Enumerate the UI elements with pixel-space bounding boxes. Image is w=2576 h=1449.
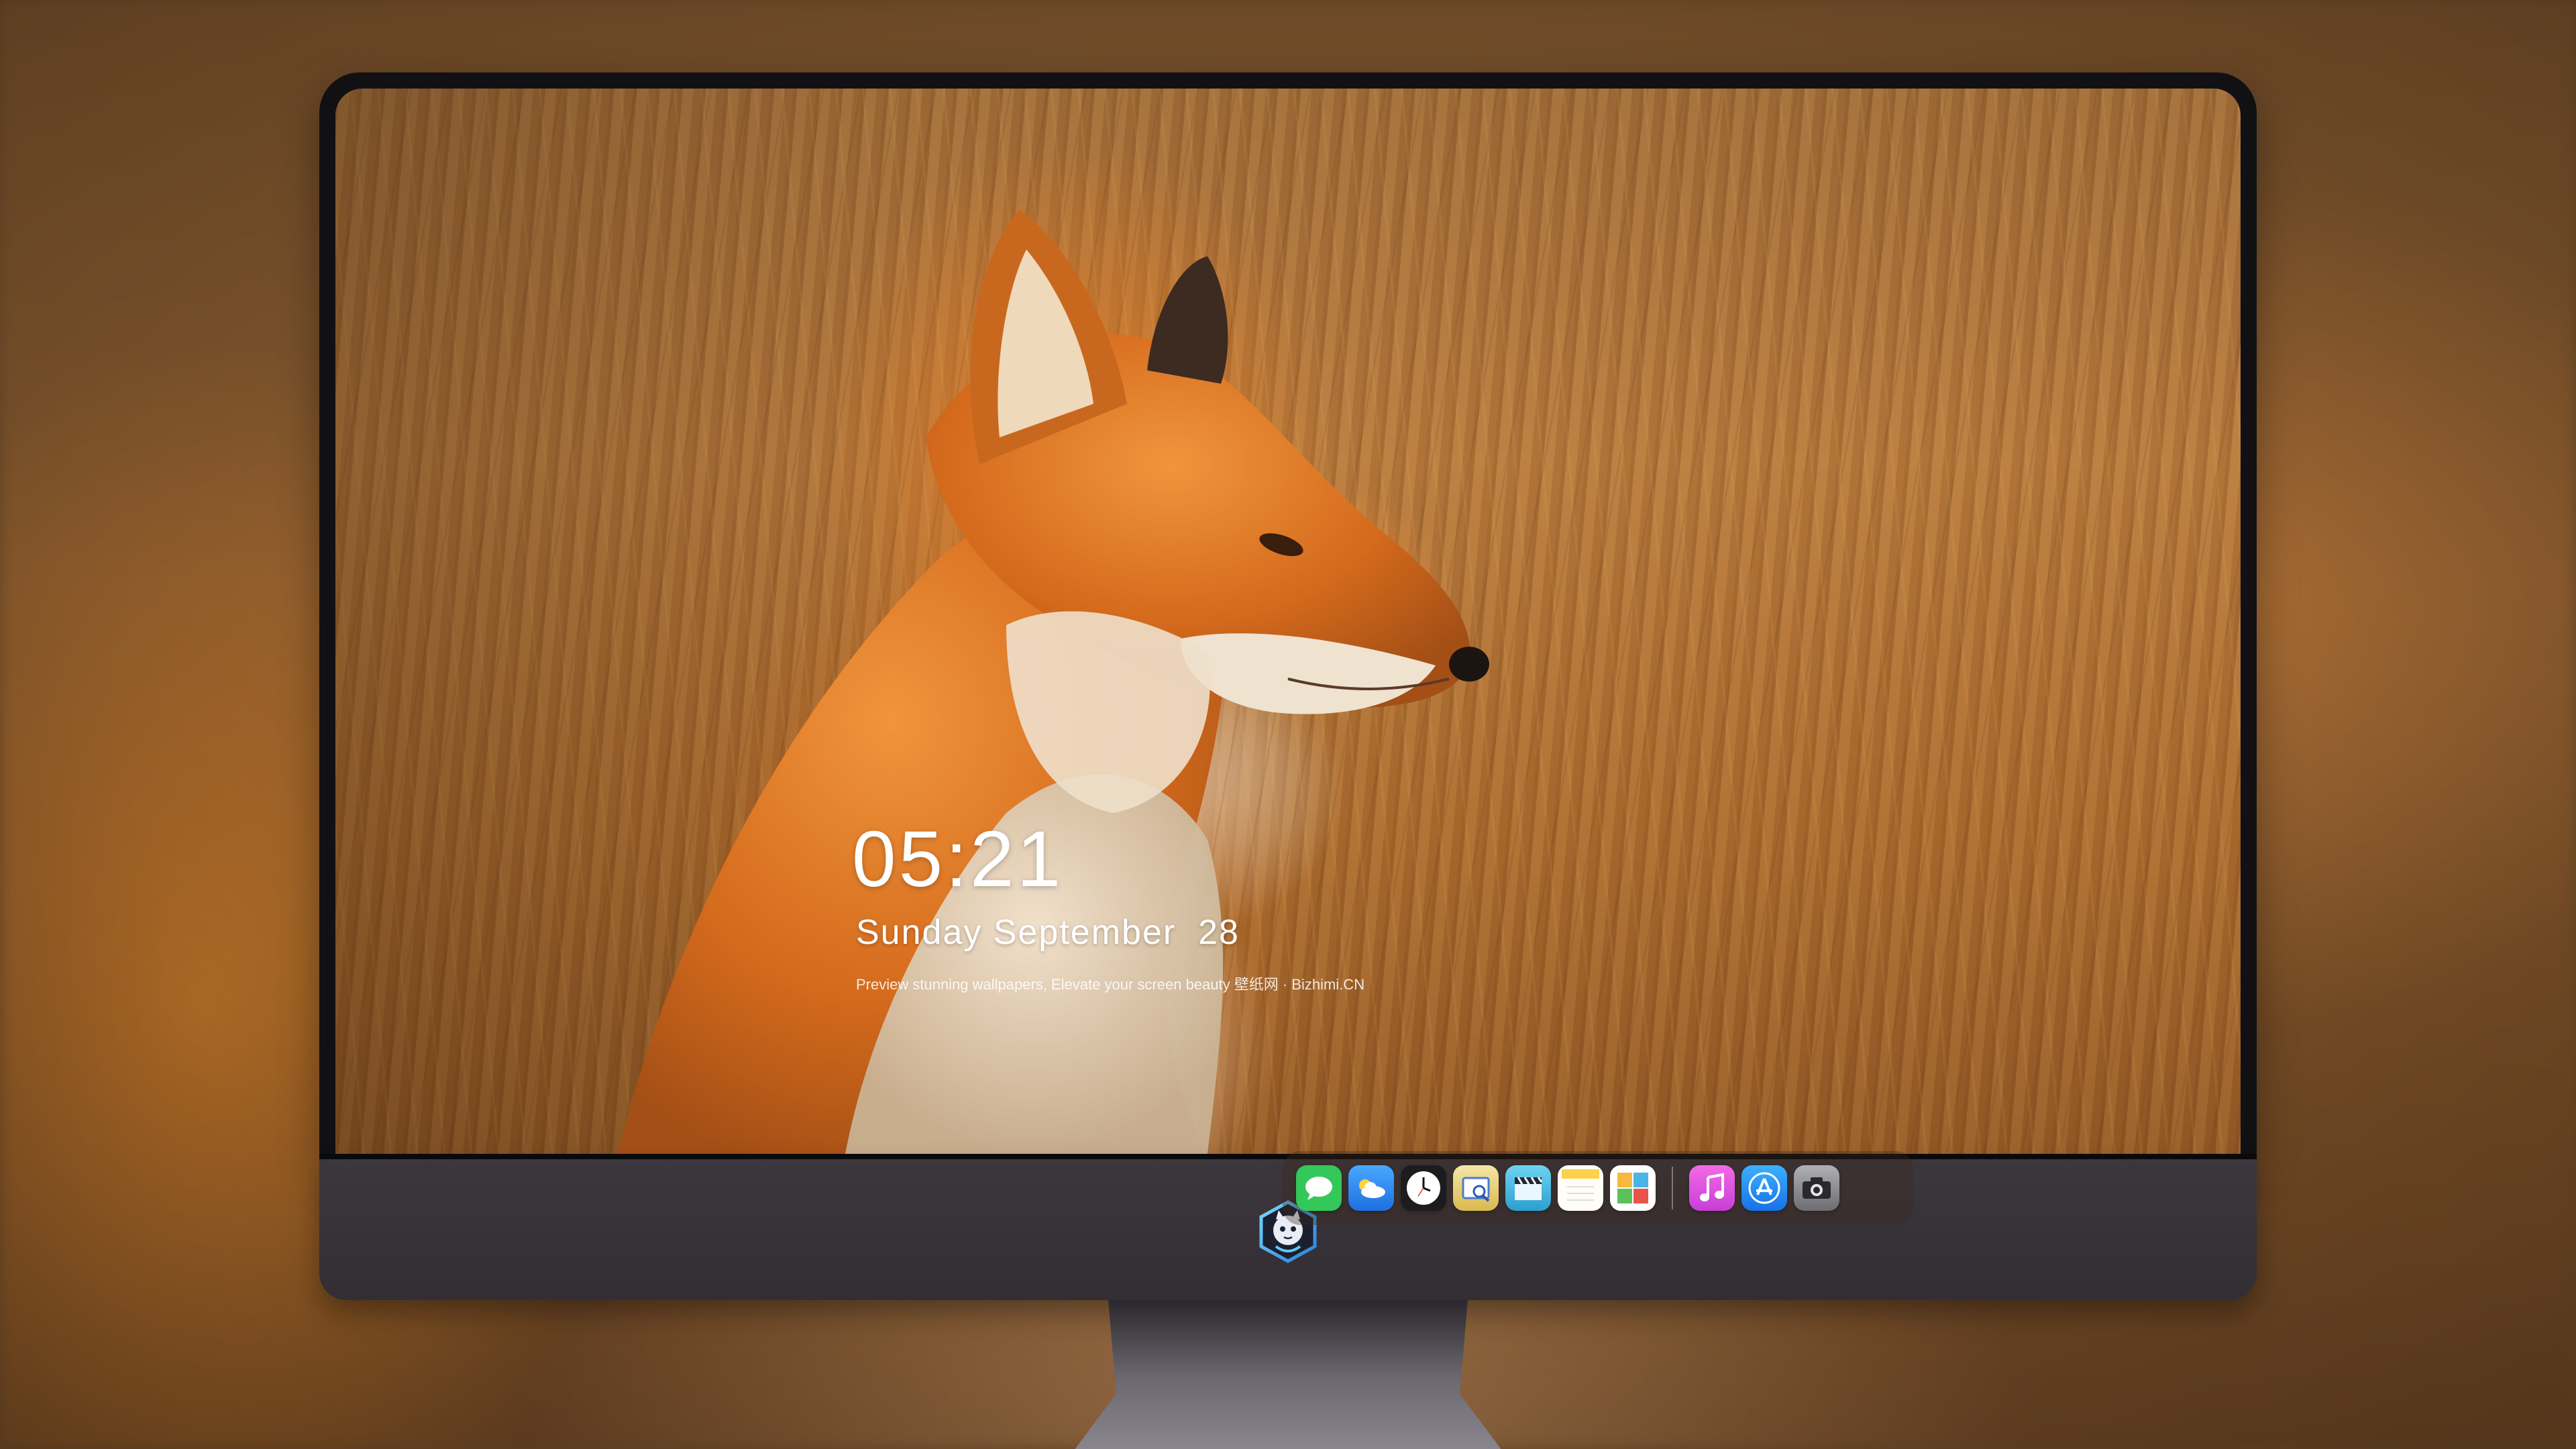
lock-screen[interactable]: 05:21 Sunday September 28 Preview stunni… <box>335 89 2241 1154</box>
desktop-scene: 05:21 Sunday September 28 Preview stunni… <box>0 0 2576 1449</box>
photos-icon[interactable] <box>1610 1165 1656 1211</box>
monitor-bezel: 05:21 Sunday September 28 Preview stunni… <box>319 72 2257 1159</box>
notes-icon[interactable] <box>1558 1165 1603 1211</box>
dock <box>1283 1151 1913 1225</box>
monitor-stand <box>1075 1300 1501 1449</box>
clock-icon[interactable] <box>1401 1165 1446 1211</box>
lockscreen-date: Sunday September 28 <box>856 913 1240 952</box>
preview-icon[interactable] <box>1453 1165 1499 1211</box>
music-icon[interactable] <box>1689 1165 1735 1211</box>
monitor: 05:21 Sunday September 28 Preview stunni… <box>319 72 2257 1449</box>
weather-icon[interactable] <box>1348 1165 1394 1211</box>
camera-icon[interactable] <box>1794 1165 1839 1211</box>
messages-icon[interactable] <box>1296 1165 1342 1211</box>
dock-separator <box>1672 1167 1673 1210</box>
clapperboard-icon[interactable] <box>1505 1165 1551 1211</box>
lockscreen-time: 05:21 <box>852 815 1064 904</box>
app-store-icon[interactable] <box>1741 1165 1787 1211</box>
lockscreen-tagline: Preview stunning wallpapers, Elevate you… <box>856 976 1365 993</box>
